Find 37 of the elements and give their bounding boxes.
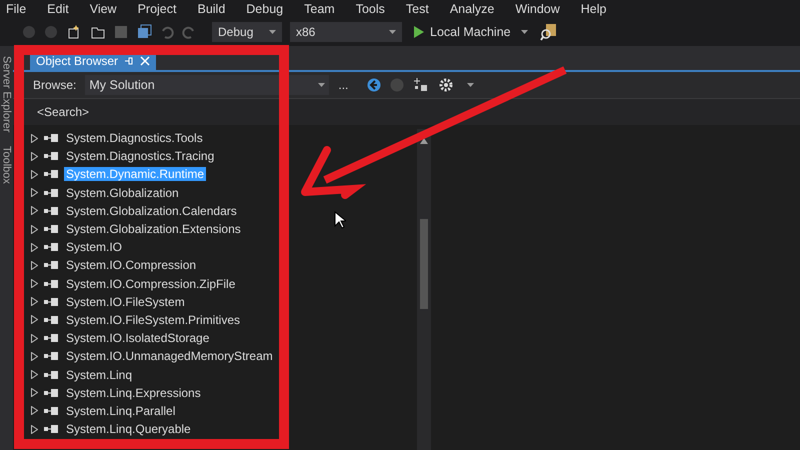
menu-item[interactable]: Project [138, 2, 176, 16]
assembly-item[interactable]: System.IO.Compression.ZipFile [64, 276, 238, 291]
assembly-item[interactable]: System.Linq.Expressions [64, 386, 203, 400]
assembly-item[interactable]: System.Linq.Parallel [64, 404, 178, 418]
side-tab[interactable]: Toolbox [0, 146, 12, 184]
menu-item[interactable]: Analyze [450, 2, 494, 16]
run-button[interactable]: Local Machine [410, 25, 532, 39]
assembly-item[interactable]: System.IO.IsolatedStorage [64, 331, 212, 346]
menu-item[interactable]: Help [580, 2, 606, 16]
assembly-item[interactable]: System.IO [64, 240, 124, 254]
assembly-item[interactable]: System.IO.FileSystem.Primitives [64, 312, 242, 327]
assembly-item[interactable]: System.Diagnostics.Tools [64, 131, 205, 146]
assembly-item[interactable]: System.Globalization [64, 186, 181, 200]
assembly-item[interactable]: System.Globalization.Extensions [64, 222, 243, 236]
assembly-item[interactable]: System.IO.FileSystem [64, 294, 187, 309]
configuration-dropdown[interactable]: Debug [212, 22, 282, 42]
browse-label: Browse: [33, 78, 76, 92]
assembly-item[interactable]: System.Diagnostics.Tracing [64, 149, 216, 164]
menu-item[interactable]: Test [406, 2, 429, 16]
browse-dropdown[interactable]: My Solution [85, 75, 330, 95]
assembly-item[interactable]: System.IO.UnmanagedMemoryStream [64, 349, 275, 364]
assembly-item[interactable]: System.IO.Compression [64, 258, 198, 272]
assembly-item[interactable]: System.Linq [64, 368, 134, 382]
more-button[interactable]: ... [338, 78, 348, 92]
menu-item[interactable]: Debug [246, 2, 284, 16]
menu-item[interactable]: Team [304, 2, 335, 16]
menu-item[interactable]: View [90, 2, 117, 16]
side-tab[interactable]: Server Explorer [0, 56, 12, 132]
assembly-item[interactable]: System.Linq.Queryable [64, 422, 193, 436]
menu-item[interactable]: File [6, 2, 26, 16]
menu-item[interactable]: Window [515, 2, 560, 16]
menu-item[interactable]: Build [197, 2, 226, 16]
menu-item[interactable]: Tools [356, 2, 385, 16]
menu-item[interactable]: Edit [47, 2, 69, 16]
platform-dropdown[interactable]: x86 [290, 22, 402, 42]
search-field[interactable]: <Search> [35, 104, 239, 120]
assembly-item[interactable]: System.Globalization.Calendars [64, 204, 239, 218]
